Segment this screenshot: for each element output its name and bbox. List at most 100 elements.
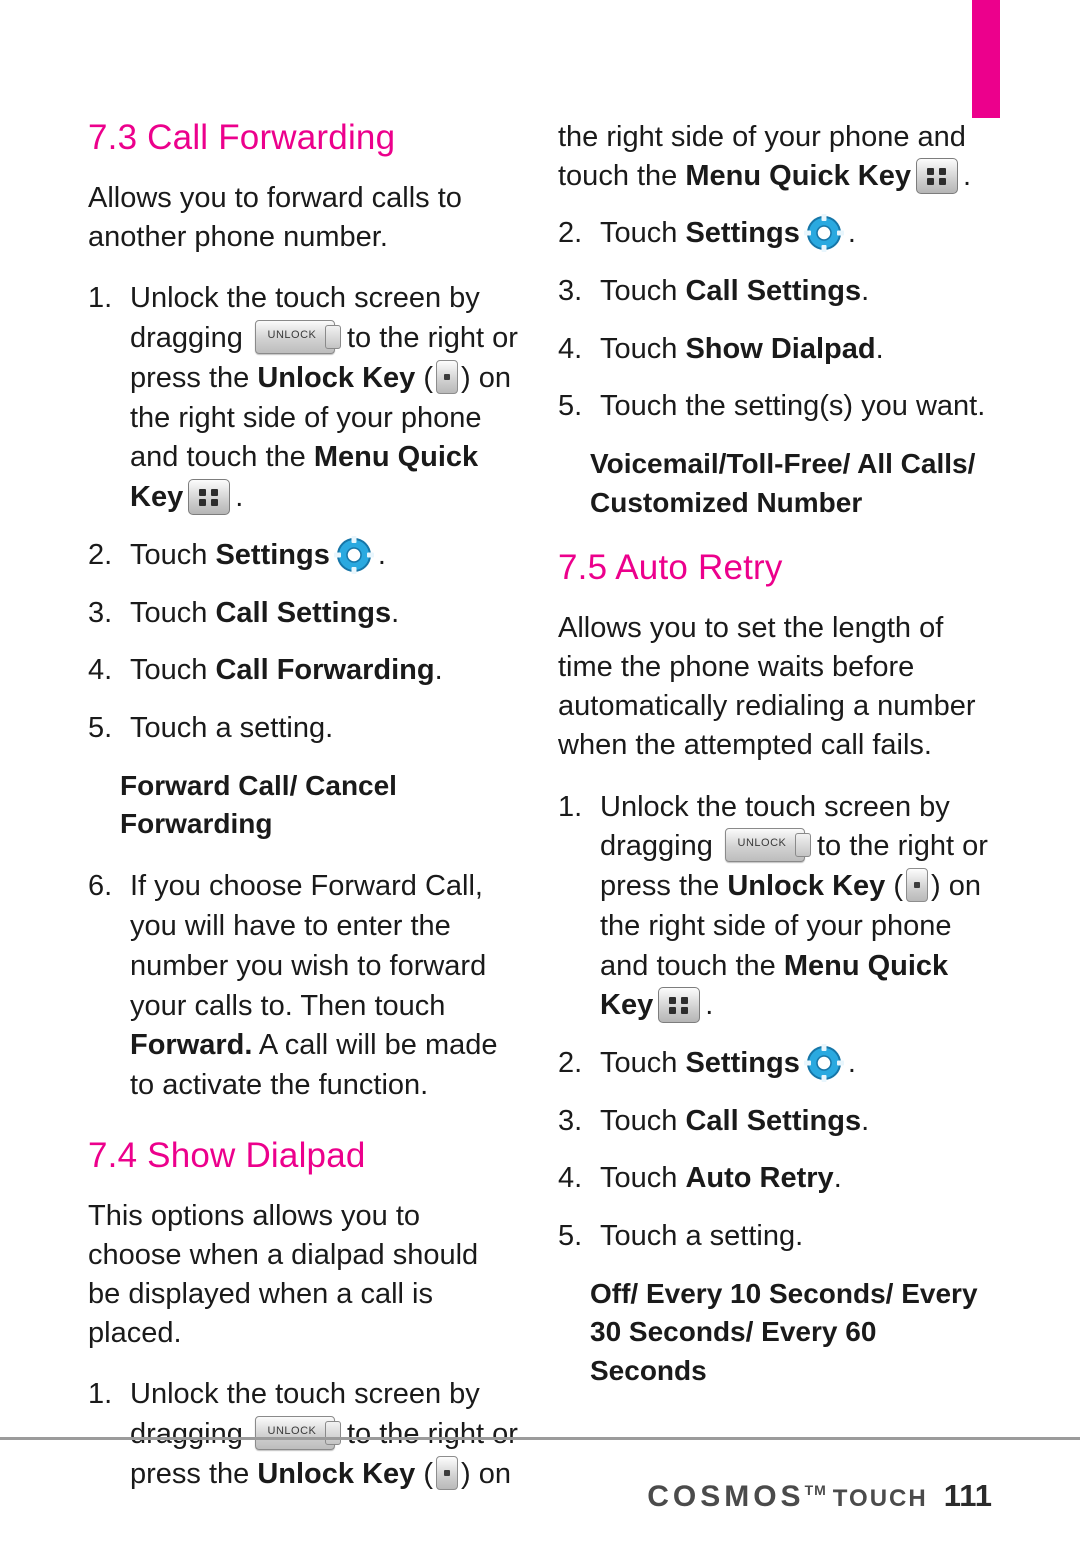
step-text: ( — [415, 361, 434, 394]
step-number: 6. — [88, 870, 113, 903]
list-item: 4. Touch Show Dialpad. — [558, 330, 988, 370]
section-7-4-intro: This options allows you to choose when a… — [88, 1199, 479, 1350]
step-number: 4. — [88, 654, 113, 687]
forward-label: Forward. — [130, 1029, 253, 1062]
settings-label: Settings — [685, 217, 800, 250]
unlock-key-label: Unlock Key — [257, 1457, 416, 1490]
step-text: Touch the setting(s) you want. — [600, 390, 986, 423]
step-text: . — [847, 217, 856, 250]
list-item: 1.Unlock the touch screen by dragging to… — [88, 279, 518, 517]
settings-gear-icon — [803, 214, 844, 253]
step-number: 3. — [558, 1104, 583, 1137]
step-text: Touch — [600, 275, 686, 307]
footer-divider — [0, 1437, 1080, 1440]
unlock-slider-icon — [254, 1416, 341, 1451]
settings-gear-icon — [803, 1043, 844, 1082]
section-heading-7-5: 7.5 Auto Retry — [558, 547, 783, 587]
step-text: . — [377, 538, 386, 571]
menu-quick-key-icon — [658, 987, 701, 1024]
continuation-paragraph: the right side of your phone and touch t… — [558, 118, 988, 196]
step-text: ( — [885, 870, 904, 903]
unlock-key-icon — [436, 1455, 459, 1490]
auto-retry-label: Auto Retry — [685, 1162, 834, 1195]
left-column: 7.3 Call Forwarding Allows you to forwar… — [88, 118, 518, 1513]
step-text: . — [705, 989, 714, 1022]
menu-quick-key-label: Menu Quick Key — [685, 160, 911, 193]
section-7-5-subhead: Off/ Every 10 Seconds/ Every 30 Seconds/… — [590, 1277, 978, 1386]
step-text: . — [434, 654, 443, 687]
step-text: Touch — [600, 332, 686, 365]
section-7-5-intro: Allows you to set the length of time the… — [558, 612, 976, 762]
step-number: 4. — [558, 1162, 583, 1195]
step-text: . — [833, 1162, 842, 1195]
section-7-4-steps-continued: 2. Touch Settings . 3. Touch Call Settings… — [558, 214, 988, 427]
list-item: 4. Touch Auto Retry. — [558, 1159, 988, 1199]
list-item: 2. Touch Settings . — [558, 214, 988, 254]
step-number: 5. — [88, 711, 113, 744]
brand-logo: COSMOSTM TOUCH — [647, 1480, 927, 1514]
section-7-5-steps: 1.Unlock the touch screen by dragging to… — [558, 788, 988, 1257]
page-number: 111 — [943, 1478, 992, 1513]
step-number: 5. — [558, 390, 583, 423]
section-7-3-step6: 6. If you choose Forward Call, you will h… — [88, 867, 518, 1105]
step-text: If you choose Forward Call, you will hav… — [130, 870, 487, 1022]
step-text: . — [391, 596, 400, 629]
step-text: ) on — [461, 1457, 511, 1490]
trademark-mark: TM — [804, 1482, 827, 1498]
step-text: Touch a setting. — [600, 1220, 804, 1253]
unlock-slider-icon — [724, 828, 811, 863]
call-forwarding-label: Call Forwarding — [215, 654, 435, 687]
step-text: . — [235, 481, 244, 514]
settings-label: Settings — [215, 538, 330, 571]
step-number: 2. — [558, 217, 583, 250]
step-text: Touch — [600, 1104, 686, 1137]
step-text: Touch — [600, 217, 686, 250]
step-text: . — [861, 1104, 870, 1137]
list-item: 3. Touch Call Settings. — [558, 1102, 988, 1142]
page-tab-marker — [972, 0, 1000, 118]
step-text: . — [847, 1046, 856, 1079]
list-item: 6. If you choose Forward Call, you will h… — [88, 867, 518, 1105]
page-footer: COSMOSTM TOUCH 111 — [647, 1478, 992, 1514]
step-text: ( — [415, 1457, 434, 1490]
unlock-key-label: Unlock Key — [257, 361, 416, 394]
list-item: 1.Unlock the touch screen by dragging to… — [558, 788, 988, 1026]
list-item: 4. Touch Call Forwarding. — [88, 651, 518, 691]
step-number: 2. — [88, 538, 113, 571]
brand-subname: TOUCH — [832, 1485, 928, 1512]
list-item: 5. Touch a setting. — [558, 1217, 988, 1257]
continuation-text: . — [963, 160, 972, 193]
brand-name: COSMOS — [647, 1480, 805, 1513]
call-settings-label: Call Settings — [685, 1104, 862, 1137]
section-7-4-subhead: Voicemail/Toll-Free/ All Calls/ Customiz… — [590, 448, 976, 518]
section-7-3-steps: 1.Unlock the touch screen by dragging to… — [88, 279, 518, 748]
list-item: 5. Touch a setting. — [88, 709, 518, 749]
list-item: 5. Touch the setting(s) you want. — [558, 387, 988, 427]
step-number: 3. — [88, 596, 113, 629]
call-settings-label: Call Settings — [215, 596, 392, 629]
list-item: 3. Touch Call Settings. — [558, 272, 988, 312]
section-heading-7-4: 7.4 Show Dialpad — [88, 1135, 366, 1175]
section-7-4-steps: 1.Unlock the touch screen by dragging to… — [88, 1375, 518, 1494]
section-7-3-subhead: Forward Call/ Cancel Forwarding — [120, 769, 397, 840]
step-text: Touch a setting. — [130, 711, 334, 744]
step-text: Touch — [130, 596, 216, 629]
step-number: 1. — [558, 790, 583, 823]
step-text: . — [875, 332, 884, 365]
settings-gear-icon — [333, 535, 374, 574]
step-number: 1. — [88, 282, 113, 315]
unlock-key-icon — [436, 359, 459, 394]
list-item: 2. Touch Settings . — [558, 1043, 988, 1084]
call-settings-label: Call Settings — [685, 275, 862, 307]
manual-page: 7.3 Call Forwarding Allows you to forwar… — [0, 0, 1080, 1552]
right-column: the right side of your phone and touch t… — [558, 118, 988, 1414]
step-text: Touch — [600, 1046, 686, 1079]
step-text: Touch — [130, 654, 216, 687]
step-text: Touch — [600, 1162, 686, 1195]
step-number: 2. — [558, 1046, 583, 1079]
list-item: 3. Touch Call Settings. — [88, 594, 518, 634]
step-number: 1. — [88, 1378, 113, 1411]
show-dialpad-label: Show Dialpad — [685, 332, 876, 365]
settings-label: Settings — [685, 1046, 800, 1079]
section-7-3-intro: Allows you to forward calls to another p… — [88, 182, 462, 254]
